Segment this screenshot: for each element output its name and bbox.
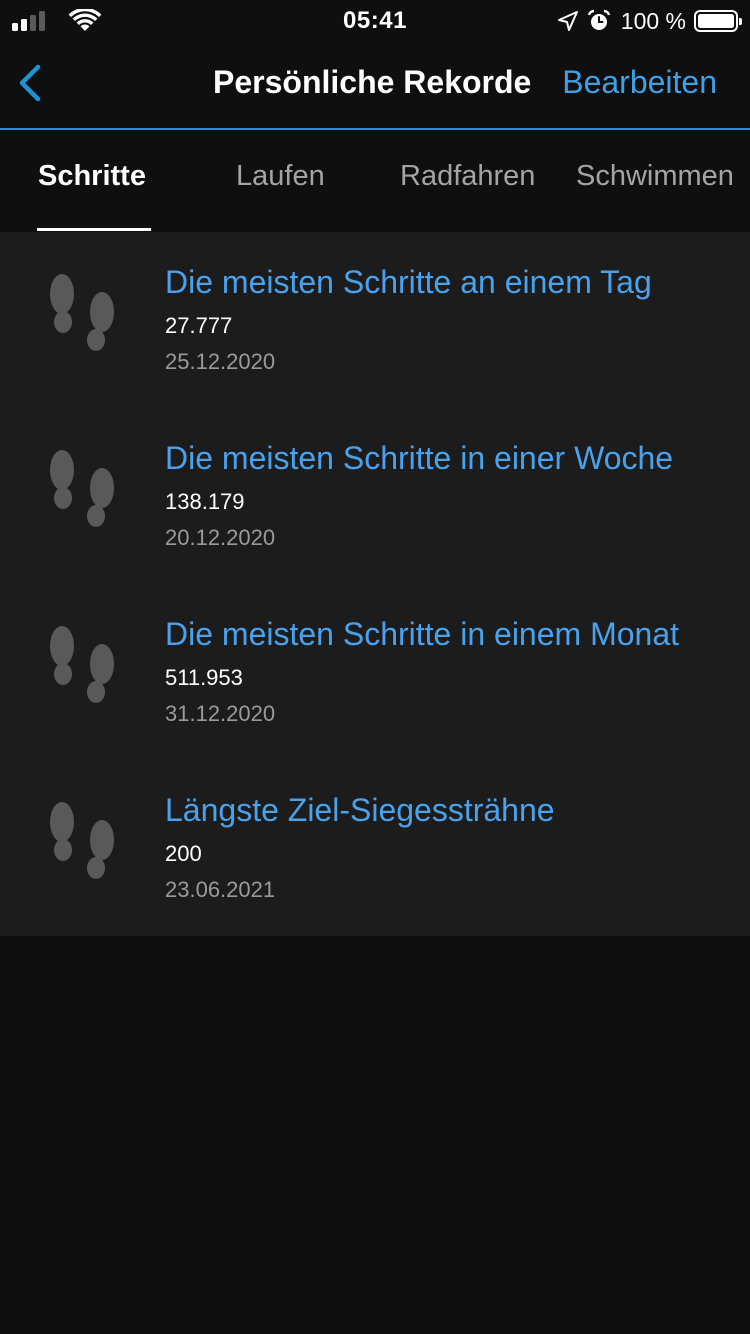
record-date: 23.06.2021 [165, 877, 276, 902]
record-title: Die meisten Schritte in einem Monat [165, 616, 679, 652]
record-value: 511.953 [165, 665, 243, 690]
page-title: Persönliche Rekorde [213, 64, 532, 100]
footsteps-icon [50, 450, 114, 527]
back-button[interactable] [8, 58, 58, 108]
footsteps-icon [50, 274, 114, 351]
record-value: 138.179 [165, 489, 245, 514]
battery-percent: 100 % [620, 7, 686, 34]
record-value: 200 [165, 841, 202, 866]
record-title: Die meisten Schritte an einem Tag [165, 264, 652, 300]
alarm-clock-icon [587, 9, 610, 30]
record-title: Längste Ziel-Siegessträhne [165, 792, 555, 828]
status-right: 100 % [557, 7, 742, 35]
active-tab-indicator [37, 228, 151, 231]
status-bar: 05:41 100 % [0, 0, 750, 40]
navigation-bar: Persönliche Rekorde Bearbeiten [0, 40, 750, 128]
location-arrow-icon [557, 11, 578, 31]
list-item[interactable]: Die meisten Schritte in einer Woche 138.… [0, 408, 750, 584]
record-date: 25.12.2020 [165, 349, 276, 374]
battery-icon [694, 10, 742, 32]
sport-tabs: Schritte Laufen Radfahren Schwimmen [0, 130, 750, 232]
screen: 05:41 100 % Persönliche Rekorde Bearbeit… [0, 0, 750, 1334]
record-date: 20.12.2020 [165, 525, 276, 550]
footsteps-icon [50, 802, 114, 879]
record-title: Die meisten Schritte in einer Woche [165, 440, 674, 476]
records-list: Die meisten Schritte an einem Tag 27.777… [0, 232, 750, 936]
tab-schritte[interactable]: Schritte [38, 160, 146, 193]
list-item[interactable]: Längste Ziel-Siegessträhne 200 23.06.202… [0, 760, 750, 936]
record-value: 27.777 [165, 313, 233, 338]
tab-schwimmen[interactable]: Schwimmen [576, 160, 734, 193]
list-item[interactable]: Die meisten Schritte an einem Tag 27.777… [0, 232, 750, 408]
list-item[interactable]: Die meisten Schritte in einem Monat 511.… [0, 584, 750, 760]
edit-button[interactable]: Bearbeiten [562, 64, 717, 101]
tab-laufen[interactable]: Laufen [236, 160, 325, 193]
tab-radfahren[interactable]: Radfahren [400, 160, 535, 193]
chevron-left-icon [19, 64, 41, 102]
footsteps-icon [50, 626, 114, 703]
record-date: 31.12.2020 [165, 701, 276, 726]
